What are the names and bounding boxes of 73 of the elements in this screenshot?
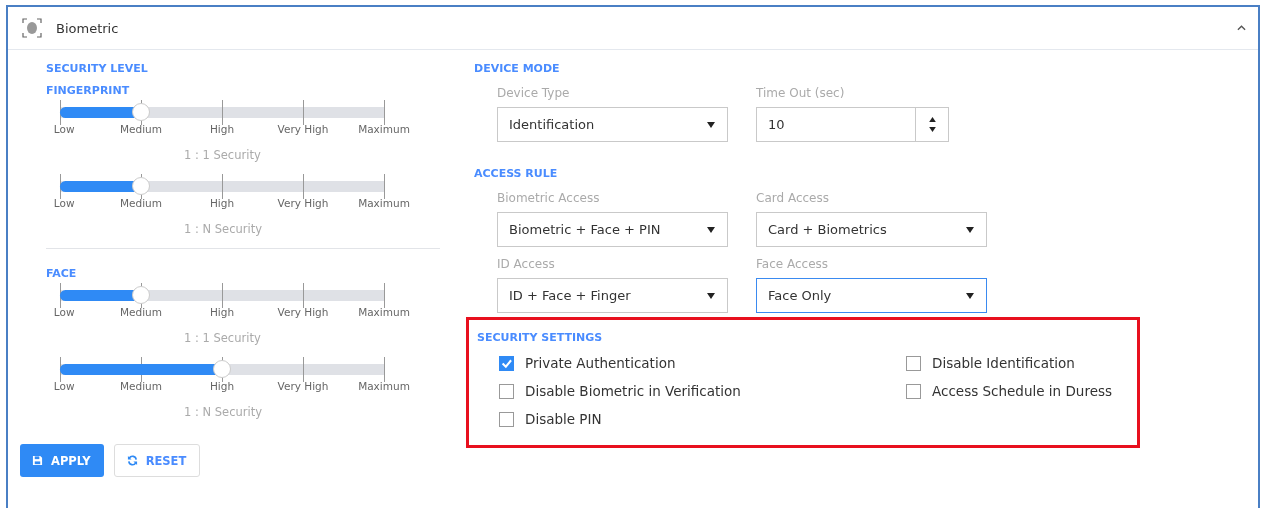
- field-label: Device Type: [497, 86, 570, 100]
- field-label: Time Out (sec): [756, 86, 845, 100]
- group-heading: FINGERPRINT: [46, 84, 130, 98]
- fingerprint-icon: [22, 18, 42, 38]
- tick-label: Low: [53, 380, 75, 392]
- dropdown-value: Identification: [509, 117, 596, 132]
- slider-thumb[interactable]: [213, 360, 231, 378]
- slider-thumb[interactable]: [132, 103, 150, 121]
- slider-caption: 1 : 1 Security: [184, 148, 261, 162]
- tick-label: Low: [53, 197, 75, 209]
- dropdown[interactable]: Biometric + Face + PIN: [497, 212, 728, 247]
- dropdown[interactable]: ID + Face + Finger: [497, 278, 728, 313]
- tick-label: Maximum: [358, 306, 410, 318]
- number-field[interactable]: 10: [756, 107, 949, 142]
- tick-label: High: [209, 380, 235, 392]
- tick-label: Medium: [120, 197, 162, 209]
- section-heading: ACCESS RULE: [474, 167, 558, 181]
- group-heading: FACE: [46, 267, 77, 281]
- tick-label: High: [209, 197, 235, 209]
- dropdown-value: Face Only: [768, 288, 833, 303]
- caret-icon: [966, 226, 974, 233]
- tick-label: Very High: [277, 380, 329, 392]
- checkbox-label: Disable PIN: [525, 411, 602, 427]
- checkbox[interactable]: [499, 411, 514, 427]
- dropdown-value: Biometric + Face + PIN: [509, 222, 662, 237]
- tick-label: High: [209, 123, 235, 135]
- slider-caption: 1 : 1 Security: [184, 331, 261, 345]
- tick-label: Maximum: [358, 380, 410, 392]
- tick-label: Very High: [277, 306, 329, 318]
- dropdown-value: Card + Biometrics: [768, 222, 888, 237]
- tick-label: Medium: [120, 306, 162, 318]
- field-label: Face Access: [756, 257, 829, 271]
- checkbox[interactable]: [499, 383, 514, 399]
- checkbox-label: Disable Identification: [932, 355, 1075, 371]
- field-label: Biometric Access: [497, 191, 600, 205]
- slider-caption: 1 : N Security: [184, 222, 262, 236]
- up-arrow-icon[interactable]: [928, 117, 936, 122]
- field-label: ID Access: [497, 257, 555, 271]
- caret-icon: [707, 121, 715, 128]
- tick-label: Low: [53, 123, 75, 135]
- slider-caption: 1 : N Security: [184, 405, 262, 419]
- caret-icon: [966, 292, 974, 299]
- tick-label: Maximum: [358, 123, 410, 135]
- dropdown[interactable]: Face Only: [756, 278, 987, 313]
- field-value: 10: [768, 117, 786, 132]
- checkbox[interactable]: [499, 355, 514, 371]
- section-heading: DEVICE MODE: [474, 62, 560, 76]
- slider-thumb[interactable]: [132, 177, 150, 195]
- panel-title: Biometric: [56, 20, 120, 36]
- slider-thumb[interactable]: [132, 286, 150, 304]
- tick-label: Medium: [120, 380, 162, 392]
- checkbox-label: Private Authentication: [525, 355, 676, 371]
- tick-label: Very High: [277, 123, 329, 135]
- down-arrow-icon[interactable]: [928, 127, 936, 132]
- tick-label: Medium: [120, 123, 162, 135]
- checkbox[interactable]: [906, 355, 921, 371]
- tick-label: Maximum: [358, 197, 410, 209]
- checkbox[interactable]: [906, 383, 921, 399]
- dropdown-value: ID + Face + Finger: [509, 288, 632, 303]
- section-heading: SECURITY LEVEL: [46, 62, 148, 76]
- caret-icon: [707, 292, 715, 299]
- tick-label: Very High: [277, 197, 329, 209]
- tick-label: High: [209, 306, 235, 318]
- dropdown[interactable]: Card + Biometrics: [756, 212, 987, 247]
- refresh-icon: [126, 455, 138, 466]
- dropdown[interactable]: Identification: [497, 107, 728, 142]
- caret-icon: [707, 226, 715, 233]
- tick-label: Low: [53, 306, 75, 318]
- checkbox-label: Disable Biometric in Verification: [525, 383, 741, 399]
- chevron-icon[interactable]: [1237, 25, 1246, 31]
- field-label: Card Access: [756, 191, 829, 205]
- checkbox-label: Access Schedule in Duress: [932, 383, 1112, 399]
- section-heading: SECURITY SETTINGS: [477, 331, 603, 344]
